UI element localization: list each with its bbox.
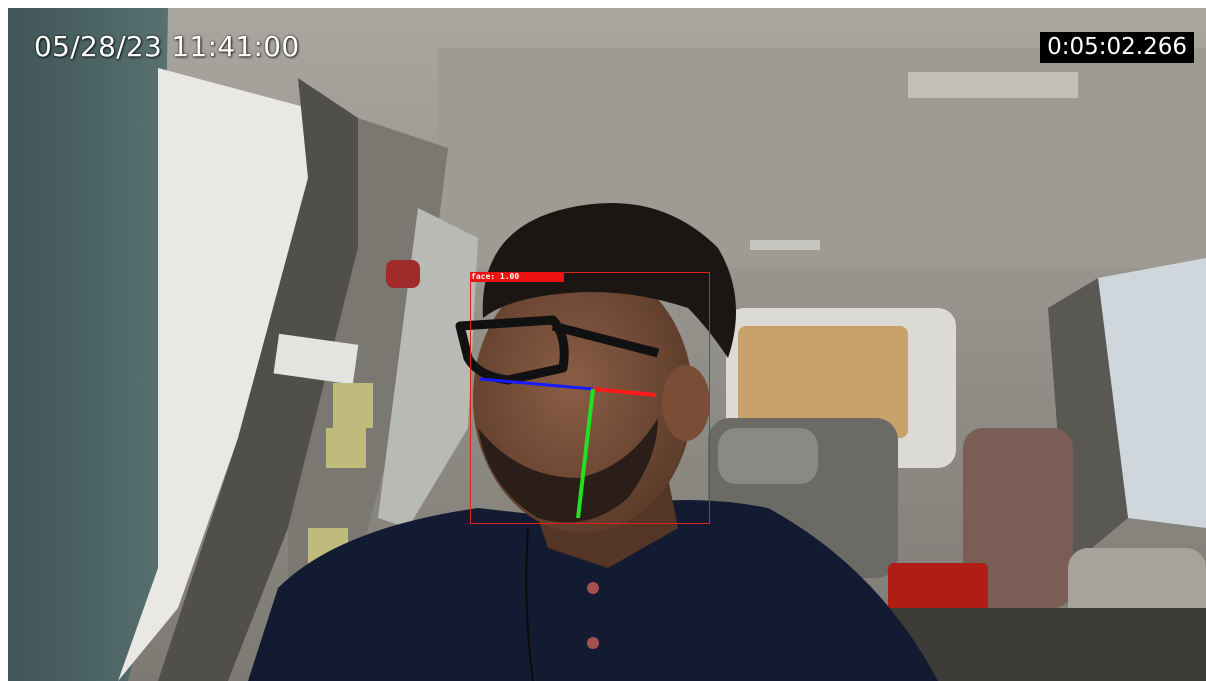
- recording-datetime: 05/28/23 11:41:00: [34, 30, 300, 63]
- head-pose-axis-z: [479, 377, 594, 391]
- head-pose-axis-y: [576, 388, 595, 519]
- head-pose-axes: [479, 377, 657, 519]
- head-pose-axis-x: [592, 387, 657, 397]
- elapsed-time: 0:05:02.266: [1040, 32, 1194, 63]
- camera-view: face: 1.00 05/28/23 11:41:00 0:05:02.266: [8, 8, 1206, 681]
- video-frame: face: 1.00 05/28/23 11:41:00 0:05:02.266: [0, 0, 1206, 681]
